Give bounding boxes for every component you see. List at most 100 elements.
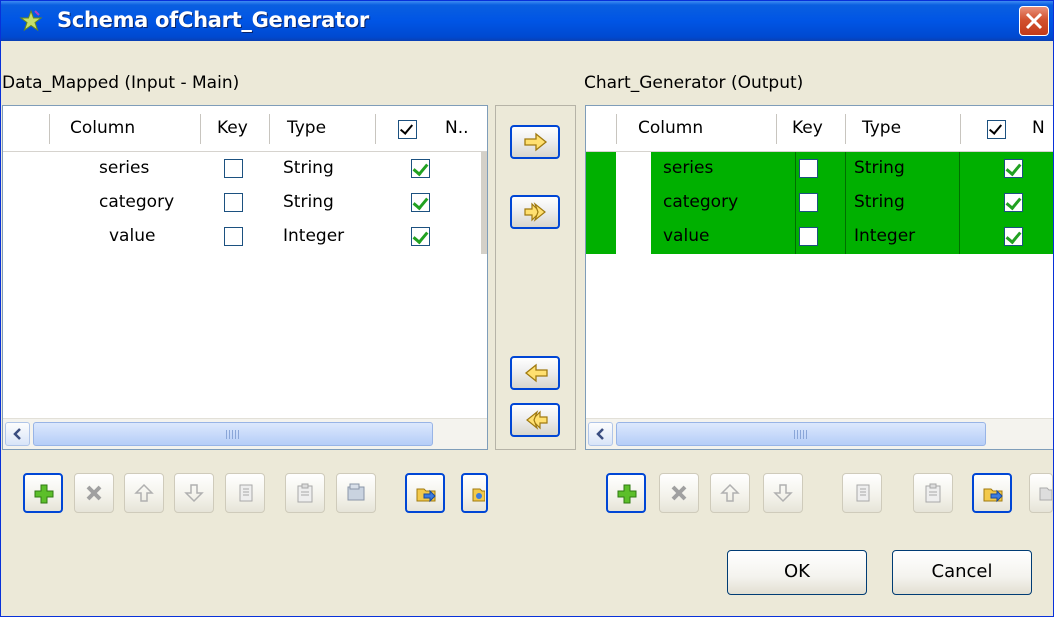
- copy-button[interactable]: [225, 473, 265, 513]
- delete-column-button[interactable]: [74, 473, 114, 513]
- column-header[interactable]: Column: [638, 118, 703, 138]
- scroll-left-button[interactable]: [588, 422, 613, 446]
- repository-button[interactable]: [336, 473, 376, 513]
- paste-button[interactable]: [913, 473, 953, 513]
- vertical-scrollbar[interactable]: [481, 152, 487, 254]
- import-button[interactable]: [972, 473, 1012, 513]
- table-header: Column Key Type N: [586, 106, 1053, 152]
- add-column-button[interactable]: [23, 473, 63, 513]
- import-button[interactable]: [405, 473, 445, 513]
- schema-dialog: Schema ofChart_Generator Data_Mapped (In…: [0, 0, 1054, 617]
- type-value[interactable]: String: [283, 186, 334, 220]
- type-value[interactable]: Integer: [846, 220, 960, 254]
- type-header[interactable]: Type: [287, 118, 326, 138]
- scroll-left-button[interactable]: [5, 422, 30, 446]
- delete-column-button[interactable]: [659, 473, 699, 513]
- title-bar: Schema ofChart_Generator: [1, 1, 1053, 41]
- table-row[interactable]: category String: [3, 186, 483, 220]
- horizontal-scrollbar[interactable]: [3, 418, 487, 449]
- chevron-left-icon: [13, 428, 21, 440]
- move-up-icon: [134, 483, 154, 502]
- copy-icon: [239, 484, 253, 502]
- cancel-button[interactable]: Cancel: [892, 550, 1032, 595]
- table-row[interactable]: value Integer: [586, 220, 1053, 254]
- table-row[interactable]: series String: [3, 152, 483, 186]
- copy-all-right-button[interactable]: [510, 195, 560, 229]
- repository-icon: [347, 483, 365, 501]
- copy-icon: [856, 484, 870, 502]
- copy-selected-right-button[interactable]: [510, 125, 560, 159]
- key-checkbox[interactable]: [224, 159, 243, 178]
- type-value[interactable]: String: [846, 152, 960, 186]
- add-icon: [34, 484, 54, 504]
- column-header[interactable]: Column: [70, 118, 135, 138]
- paste-icon: [925, 483, 941, 503]
- delete-icon: [86, 485, 102, 501]
- add-column-button[interactable]: [606, 473, 646, 513]
- nullable-checkbox[interactable]: [411, 159, 430, 178]
- nullable-checkbox[interactable]: [1004, 227, 1023, 246]
- nullable-header[interactable]: N..: [445, 118, 469, 138]
- export-icon: [1039, 487, 1052, 501]
- output-schema-table: Column Key Type N series String category: [585, 105, 1053, 450]
- paste-button[interactable]: [285, 473, 325, 513]
- nullable-checkbox[interactable]: [1004, 159, 1023, 178]
- type-value[interactable]: Integer: [283, 220, 344, 254]
- column-name[interactable]: value: [651, 220, 796, 254]
- import-icon: [416, 488, 436, 503]
- transfer-buttons-panel: [495, 105, 576, 450]
- copy-button[interactable]: [842, 473, 882, 513]
- table-row[interactable]: value Integer: [3, 220, 483, 254]
- nullable-checkbox[interactable]: [1004, 193, 1023, 212]
- horizontal-scrollbar[interactable]: [586, 418, 1053, 449]
- double-arrow-left-icon: [526, 410, 548, 430]
- export-icon: [472, 488, 485, 502]
- window-title: Schema ofChart_Generator: [57, 8, 369, 32]
- type-value[interactable]: String: [283, 152, 334, 186]
- nullable-select-all-checkbox[interactable]: [398, 120, 417, 139]
- column-name[interactable]: series: [651, 152, 796, 186]
- column-name[interactable]: value: [109, 220, 155, 254]
- key-checkbox[interactable]: [799, 193, 818, 212]
- table-header: Column Key Type N..: [3, 106, 487, 152]
- key-checkbox[interactable]: [224, 227, 243, 246]
- move-up-icon: [720, 483, 740, 502]
- export-button[interactable]: [461, 473, 488, 513]
- close-icon: [1025, 12, 1043, 30]
- move-up-button[interactable]: [710, 473, 750, 513]
- close-button[interactable]: [1019, 6, 1049, 36]
- copy-all-left-button[interactable]: [510, 403, 560, 437]
- key-checkbox[interactable]: [224, 193, 243, 212]
- chevron-left-icon: [596, 428, 604, 440]
- nullable-checkbox[interactable]: [411, 227, 430, 246]
- scroll-thumb[interactable]: [33, 422, 433, 446]
- type-header[interactable]: Type: [862, 118, 901, 138]
- schema-star-icon: [19, 9, 43, 32]
- move-down-button[interactable]: [763, 473, 803, 513]
- copy-selected-left-button[interactable]: [510, 356, 560, 390]
- column-name[interactable]: series: [99, 152, 149, 186]
- delete-icon: [671, 485, 687, 501]
- add-icon: [617, 484, 637, 504]
- move-down-icon: [773, 484, 793, 503]
- arrow-right-icon: [524, 132, 548, 152]
- table-row[interactable]: series String: [586, 152, 1053, 186]
- nullable-select-all-checkbox[interactable]: [987, 120, 1006, 139]
- ok-button[interactable]: OK: [727, 550, 867, 595]
- table-row[interactable]: category String: [586, 186, 1053, 220]
- key-checkbox[interactable]: [799, 227, 818, 246]
- scroll-thumb[interactable]: [616, 422, 986, 446]
- column-name[interactable]: category: [651, 186, 796, 220]
- nullable-checkbox[interactable]: [411, 193, 430, 212]
- output-panel-label: Chart_Generator (Output): [584, 73, 804, 93]
- type-value[interactable]: String: [846, 186, 960, 220]
- nullable-header[interactable]: N: [1032, 118, 1045, 138]
- move-down-button[interactable]: [174, 473, 214, 513]
- column-name[interactable]: category: [99, 186, 174, 220]
- key-checkbox[interactable]: [799, 159, 818, 178]
- key-header[interactable]: Key: [792, 118, 823, 138]
- move-up-button[interactable]: [124, 473, 164, 513]
- key-header[interactable]: Key: [217, 118, 248, 138]
- double-arrow-right-icon: [524, 202, 546, 222]
- export-button[interactable]: [1029, 473, 1053, 513]
